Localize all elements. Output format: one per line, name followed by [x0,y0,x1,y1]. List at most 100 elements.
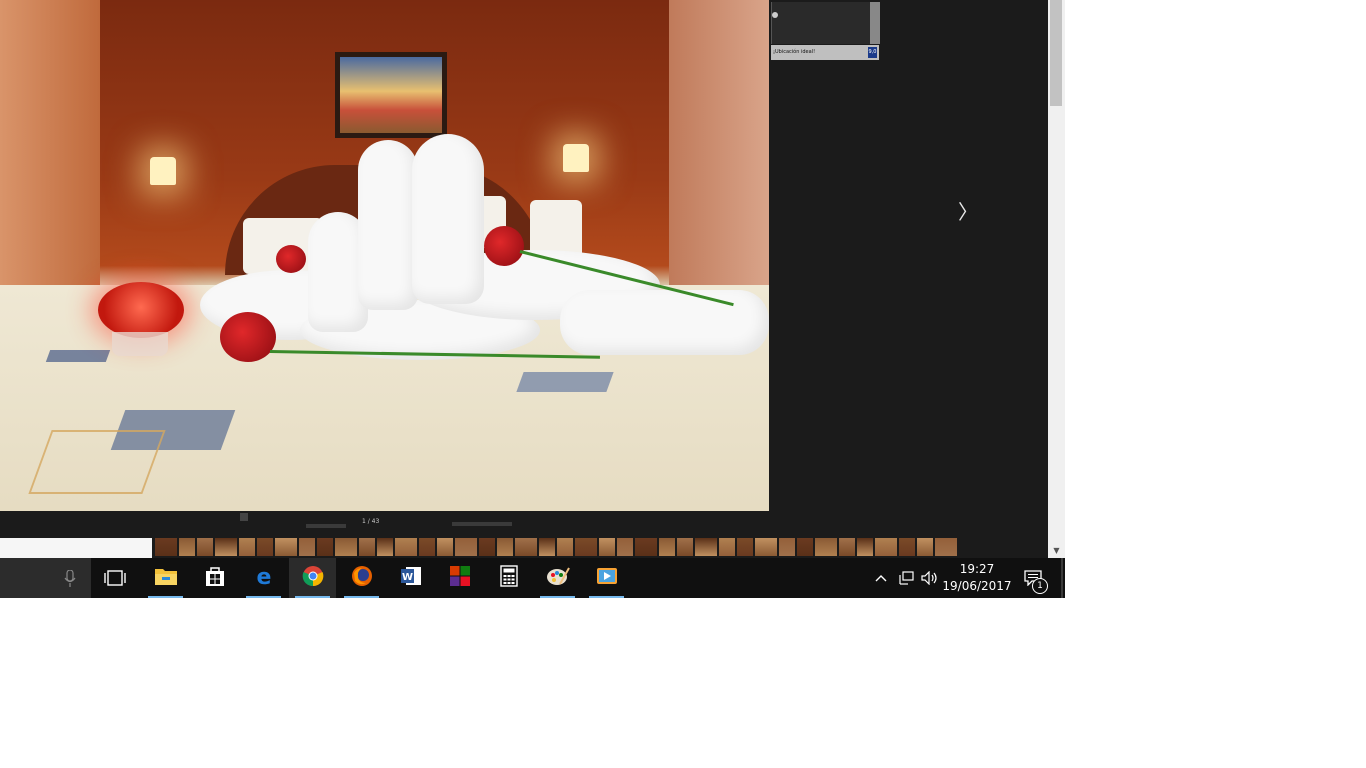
media-player-icon [596,565,618,591]
taskbar-office-button[interactable] [436,558,483,598]
photo-filmstrip[interactable] [155,538,957,556]
taskbar-edge-button[interactable]: e [240,558,287,598]
running-indicator [540,596,575,598]
taskbar-store-button[interactable] [191,558,238,598]
filmstrip-thumbnail[interactable] [215,538,237,556]
running-indicator [344,596,379,598]
filmstrip-thumbnail[interactable] [419,538,435,556]
filmstrip-thumbnail[interactable] [857,538,873,556]
filmstrip-thumbnail[interactable] [659,538,675,556]
cortana-search[interactable] [0,558,91,598]
caption-icon [240,513,248,521]
filmstrip-thumbnail[interactable] [839,538,855,556]
filmstrip-thumbnail[interactable] [239,538,255,556]
taskbar-firefox-button[interactable] [338,558,385,598]
towel-swan-neck [412,134,484,304]
review-rating-bar[interactable]: ¡Ubicación ideal! 9,0 [771,45,879,60]
filmstrip-thumbnail[interactable] [299,538,315,556]
windows-taskbar: e W 19:27 19/06/2017 [0,558,1065,598]
filmstrip-thumbnail[interactable] [179,538,195,556]
filmstrip-thumbnail[interactable] [377,538,393,556]
filmstrip-thumbnail[interactable] [917,538,933,556]
filmstrip-thumbnail[interactable] [935,538,957,556]
filmstrip-thumbnail[interactable] [635,538,657,556]
filmstrip-thumbnail[interactable] [437,538,453,556]
photo-counter: 1 / 43 [362,518,380,525]
filmstrip-thumbnail[interactable] [155,538,177,556]
filmstrip-thumbnail[interactable] [539,538,555,556]
filmstrip-thumbnail[interactable] [617,538,633,556]
filmstrip-thumbnail[interactable] [455,538,477,556]
filmstrip-thumbnail[interactable] [317,538,333,556]
filmstrip-thumbnail[interactable] [395,538,417,556]
caption-text-faint [452,522,512,526]
edge-icon: e [253,565,275,591]
wall-left [0,0,100,290]
review-thumbnail [870,2,880,44]
review-card[interactable] [771,2,880,44]
filmstrip-thumbnail[interactable] [599,538,615,556]
task-view-button[interactable] [91,558,138,598]
filmstrip-thumbnail[interactable] [335,538,357,556]
filmstrip-thumbnail[interactable] [575,538,597,556]
clock-time[interactable]: 19:27 [937,562,1017,576]
filmstrip-thumbnail[interactable] [677,538,693,556]
clock-date[interactable]: 19/06/2017 [937,579,1017,593]
filmstrip-thumbnail[interactable] [875,538,897,556]
chevron-up-icon [875,575,887,582]
notification-count-badge: 1 [1032,578,1048,594]
chrome-icon [302,565,324,591]
filmstrip-thumbnail[interactable] [779,538,795,556]
filmstrip-thumbnail[interactable] [695,538,717,556]
candle-holder [112,332,168,356]
running-indicator [148,596,183,598]
hotel-room-photo[interactable] [0,0,769,511]
filmstrip-thumbnail[interactable] [479,538,495,556]
task-view-icon [103,570,126,586]
bedspread-pattern [28,430,166,494]
taskbar-paint-button[interactable] [534,558,581,598]
caption-text-faint [306,524,346,528]
next-photo-button[interactable]: 〉 [958,200,978,224]
red-rose [276,245,306,273]
filmstrip-thumbnail[interactable] [497,538,513,556]
wall-lamp-left [150,157,176,185]
running-indicator [246,596,281,598]
towel [560,290,769,355]
filmstrip-thumbnail[interactable] [515,538,537,556]
filmstrip-thumbnail[interactable] [797,538,813,556]
filmstrip-thumbnail[interactable] [737,538,753,556]
file-explorer-icon [154,566,178,590]
scroll-down-arrow-icon[interactable]: ▼ [1048,544,1065,558]
filmstrip-thumbnail[interactable] [899,538,915,556]
show-desktop-button[interactable] [1061,558,1063,598]
network-button[interactable] [893,558,919,598]
taskbar-chrome-button[interactable] [289,558,336,598]
filmstrip-thumbnail[interactable] [197,538,213,556]
taskbar-file-explorer-button[interactable] [142,558,189,598]
calculator-icon [499,565,518,591]
red-rose [484,226,524,266]
taskbar-word-button[interactable]: W [387,558,434,598]
word-icon: W [400,565,422,591]
search-input[interactable] [0,538,152,558]
show-hidden-icons-button[interactable] [868,558,894,598]
filmstrip-thumbnail[interactable] [257,538,273,556]
taskbar-media-player-button[interactable] [583,558,630,598]
svg-text:W: W [401,572,412,583]
office-icon [449,565,471,591]
paint-icon [546,565,570,591]
network-icon [899,571,914,585]
filmstrip-thumbnail[interactable] [755,538,777,556]
taskbar-calculator-button[interactable] [485,558,532,598]
filmstrip-thumbnail[interactable] [719,538,735,556]
radio-dot-icon [772,12,778,18]
filmstrip-thumbnail[interactable] [815,538,837,556]
review-label: ¡Ubicación ideal! [773,49,816,55]
filmstrip-thumbnail[interactable] [275,538,297,556]
filmstrip-thumbnail[interactable] [557,538,573,556]
rating-badge: 9,0 [868,47,877,58]
scrollbar-thumb[interactable] [1050,0,1062,106]
wall-right [669,0,769,290]
filmstrip-thumbnail[interactable] [359,538,375,556]
